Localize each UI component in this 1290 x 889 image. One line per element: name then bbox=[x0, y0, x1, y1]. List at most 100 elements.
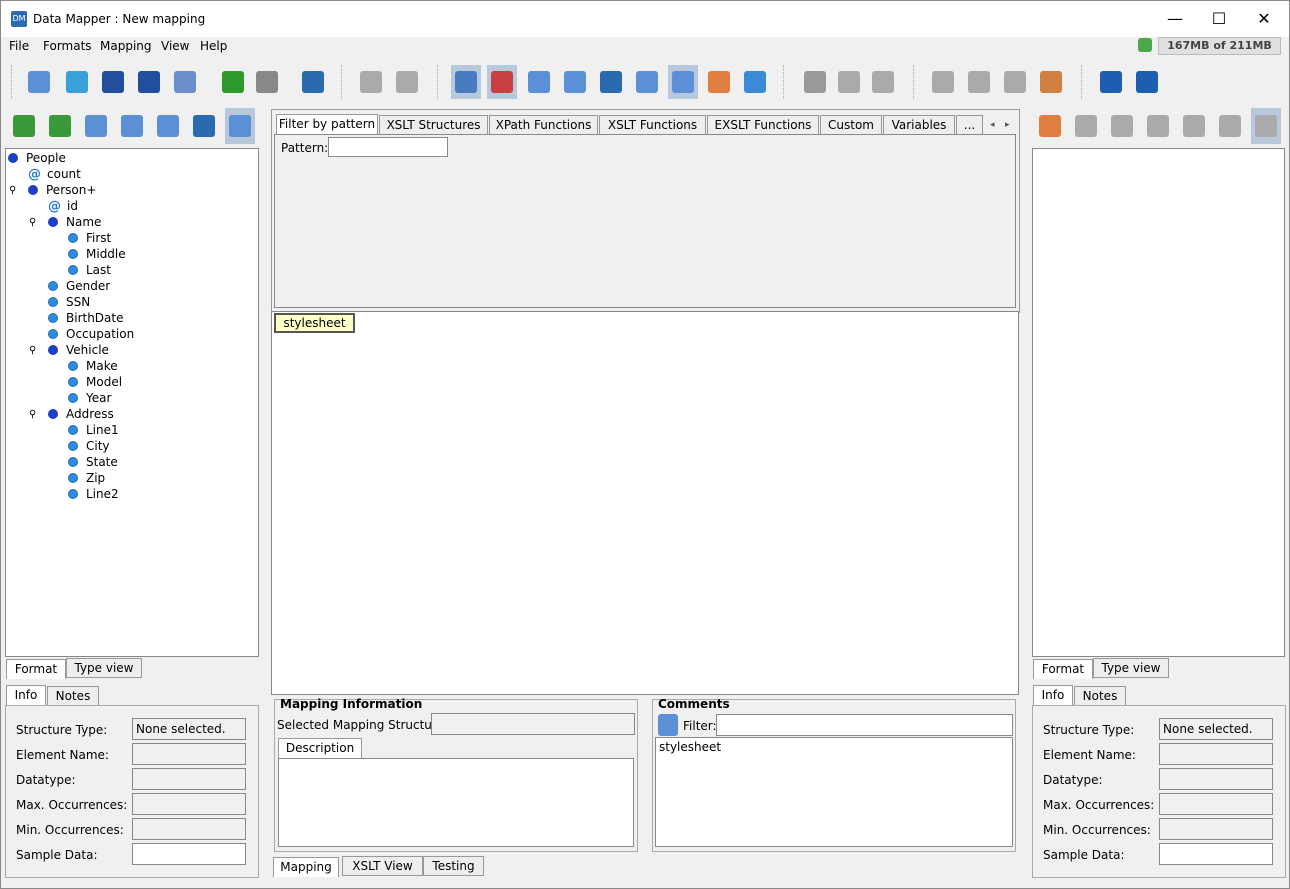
tree-node[interactable]: Line1 bbox=[68, 422, 119, 438]
save-config-button[interactable] bbox=[596, 65, 626, 99]
function-tab[interactable]: ... bbox=[956, 115, 983, 135]
comment-filter-input[interactable] bbox=[716, 714, 1013, 736]
db-disabled-1-button[interactable] bbox=[356, 65, 386, 99]
tree-node[interactable]: Last bbox=[68, 262, 111, 278]
export-xls-button[interactable] bbox=[170, 65, 200, 99]
table-button[interactable] bbox=[704, 65, 734, 99]
import-format-button[interactable] bbox=[9, 108, 39, 144]
new-mapping-button[interactable] bbox=[24, 65, 54, 99]
close-button[interactable]: ✕ bbox=[1241, 1, 1287, 37]
menu-file[interactable]: File bbox=[9, 39, 29, 53]
menu-view[interactable]: View bbox=[161, 39, 189, 53]
tree-node[interactable]: First bbox=[68, 230, 111, 246]
tree-node[interactable]: State bbox=[68, 454, 118, 470]
tree-node[interactable]: Zip bbox=[68, 470, 105, 486]
pattern-input[interactable] bbox=[328, 137, 448, 157]
tree-node[interactable]: Occupation bbox=[48, 326, 134, 342]
tree-node[interactable]: Vehicle ⚲ bbox=[29, 342, 109, 358]
function-tab[interactable]: XSLT Structures bbox=[379, 115, 488, 135]
redo-button[interactable] bbox=[252, 65, 282, 99]
function-tab[interactable]: Variables bbox=[883, 115, 955, 135]
exit-button[interactable] bbox=[298, 65, 328, 99]
tab-target-info[interactable]: Info bbox=[1033, 685, 1073, 705]
comment-item[interactable]: stylesheet bbox=[659, 740, 721, 754]
menu-help[interactable]: Help bbox=[200, 39, 227, 53]
function-tab[interactable]: XPath Functions bbox=[489, 115, 598, 135]
copy-button[interactable] bbox=[834, 65, 864, 99]
target-sample-data-field[interactable] bbox=[1159, 843, 1273, 865]
tree-node[interactable]: Gender bbox=[48, 278, 110, 294]
menu-formats[interactable]: Formats bbox=[43, 39, 92, 53]
function-tab[interactable]: EXSLT Functions bbox=[707, 115, 819, 135]
tree-node[interactable]: Line2 bbox=[68, 486, 119, 502]
at-view-button[interactable] bbox=[668, 65, 698, 99]
tree-node[interactable]: Make bbox=[68, 358, 118, 374]
xml-code-button[interactable] bbox=[560, 65, 590, 99]
edit-disabled-button[interactable] bbox=[1215, 108, 1245, 144]
tree-select-button[interactable] bbox=[225, 108, 255, 144]
maximize-button[interactable]: ☐ bbox=[1196, 1, 1242, 37]
help-button[interactable] bbox=[1096, 65, 1126, 99]
structure-list-disabled-button[interactable] bbox=[1143, 108, 1173, 144]
tree-node[interactable]: BirthDate bbox=[48, 310, 124, 326]
tab-scroll-left-icon[interactable]: ◂ bbox=[990, 120, 995, 130]
tab-source-info[interactable]: Info bbox=[6, 685, 46, 705]
format-doc-disabled-button[interactable] bbox=[1107, 108, 1137, 144]
save-button[interactable] bbox=[98, 65, 128, 99]
tab-source-format[interactable]: Format bbox=[6, 659, 66, 679]
xslt-list-button[interactable] bbox=[524, 65, 554, 99]
color-view-button[interactable] bbox=[487, 65, 517, 99]
expand-toggle-icon[interactable]: ⚲ bbox=[29, 409, 36, 420]
info-view-button[interactable] bbox=[451, 65, 481, 99]
tab-mapping[interactable]: Mapping bbox=[273, 857, 339, 877]
tree-node[interactable]: Person+ ⚲ bbox=[9, 182, 96, 198]
function-tab[interactable]: Custom bbox=[820, 115, 882, 135]
tab-source-type-view[interactable]: Type view bbox=[66, 658, 142, 678]
description-textarea[interactable] bbox=[278, 758, 634, 847]
inspect-disabled-button[interactable] bbox=[1179, 108, 1209, 144]
find-button[interactable] bbox=[45, 108, 75, 144]
tab-description[interactable]: Description bbox=[278, 738, 362, 758]
tab-source-notes[interactable]: Notes bbox=[47, 686, 99, 706]
tree-node[interactable]: Model bbox=[68, 374, 122, 390]
align-center-button[interactable] bbox=[964, 65, 994, 99]
tree-node[interactable]: Name ⚲ bbox=[29, 214, 101, 230]
tab-xslt-view[interactable]: XSLT View bbox=[342, 856, 423, 876]
tree-node[interactable]: @ count bbox=[28, 166, 81, 182]
garbage-collect-icon[interactable] bbox=[1138, 38, 1152, 52]
expand-toggle-icon[interactable]: ⚲ bbox=[29, 217, 36, 228]
about-button[interactable] bbox=[1132, 65, 1162, 99]
undo-button[interactable] bbox=[218, 65, 248, 99]
tab-target-format[interactable]: Format bbox=[1033, 659, 1093, 679]
stylesheet-node[interactable]: stylesheet bbox=[274, 313, 355, 333]
expand-toggle-icon[interactable]: ⚲ bbox=[9, 185, 16, 196]
tree-node[interactable]: People bbox=[8, 150, 66, 166]
tree-node[interactable]: SSN bbox=[48, 294, 90, 310]
save-as-button[interactable] bbox=[134, 65, 164, 99]
edit-button[interactable] bbox=[189, 108, 219, 144]
document-button[interactable] bbox=[632, 65, 662, 99]
align-left-button[interactable] bbox=[928, 65, 958, 99]
export-format-button[interactable] bbox=[1035, 108, 1065, 144]
tree-node[interactable]: City bbox=[68, 438, 110, 454]
function-tab[interactable]: Filter by pattern bbox=[276, 114, 378, 134]
tree-node[interactable]: @ id bbox=[48, 198, 78, 214]
expand-toggle-icon[interactable]: ⚲ bbox=[29, 345, 36, 356]
cut-button[interactable] bbox=[800, 65, 830, 99]
function-tab[interactable]: XSLT Functions bbox=[599, 115, 706, 135]
structure-list-button[interactable] bbox=[117, 108, 147, 144]
tab-target-type-view[interactable]: Type view bbox=[1093, 658, 1169, 678]
find-disabled-button[interactable] bbox=[1071, 108, 1101, 144]
menu-mapping[interactable]: Mapping bbox=[100, 39, 152, 53]
open-mapping-button[interactable] bbox=[62, 65, 92, 99]
source-sample-data-field[interactable] bbox=[132, 843, 246, 865]
db-disabled-2-button[interactable] bbox=[392, 65, 422, 99]
tree-node[interactable]: Year bbox=[68, 390, 111, 406]
tree-select-disabled-button[interactable] bbox=[1251, 108, 1281, 144]
format-doc-button[interactable] bbox=[81, 108, 111, 144]
mapping-canvas[interactable] bbox=[271, 311, 1019, 695]
align-right-button[interactable] bbox=[1000, 65, 1030, 99]
tree-node[interactable]: Middle bbox=[68, 246, 126, 262]
tab-testing[interactable]: Testing bbox=[423, 856, 484, 876]
tab-target-notes[interactable]: Notes bbox=[1074, 686, 1126, 706]
